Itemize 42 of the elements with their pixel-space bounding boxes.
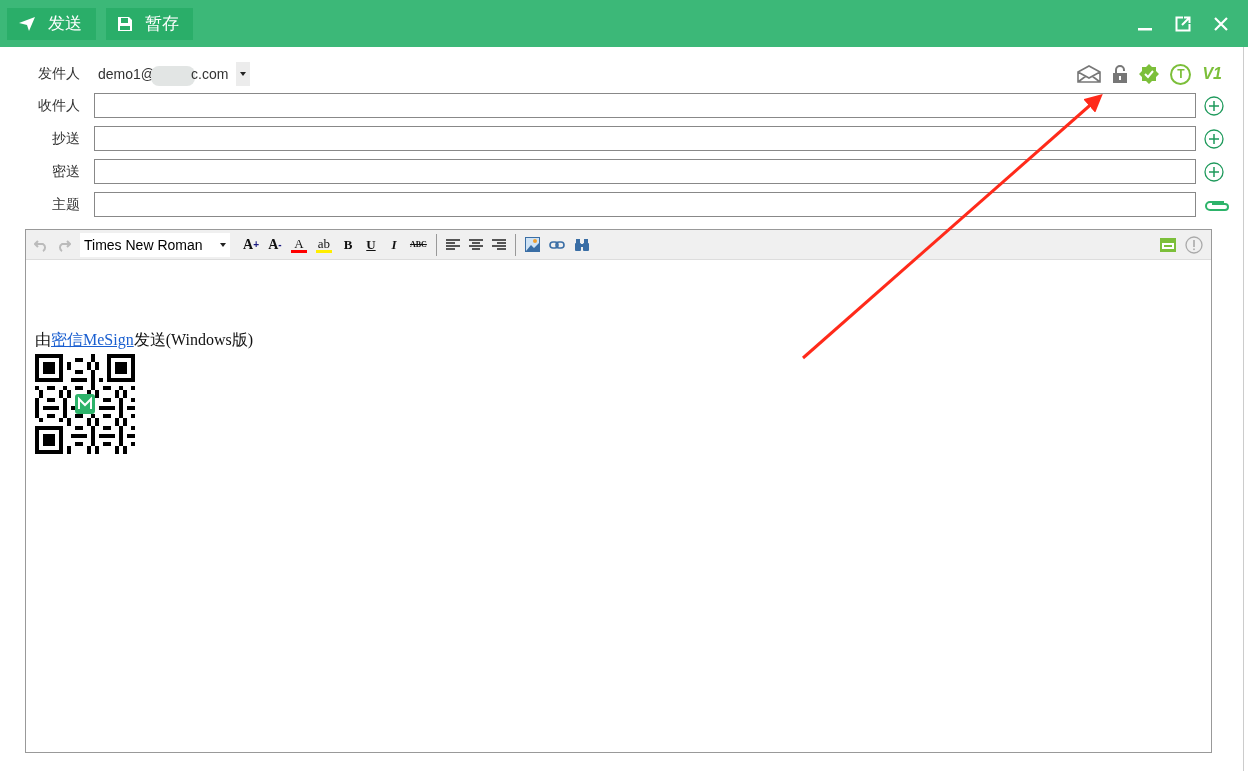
field-label: 密送 <box>51 162 80 181</box>
lock-icon <box>1112 65 1129 83</box>
link-icon[interactable] <box>548 239 565 250</box>
add-icon[interactable] <box>1204 161 1224 182</box>
add-icon[interactable] <box>1204 95 1224 116</box>
close-icon[interactable] <box>1213 15 1229 32</box>
font-family-select[interactable]: Times New Roman <box>80 232 230 257</box>
binoculars-icon[interactable] <box>573 237 590 252</box>
align-right-icon[interactable] <box>491 238 506 251</box>
bold-button[interactable]: B <box>340 236 355 253</box>
signature-link[interactable]: 密信MeSign <box>51 331 134 348</box>
sender-label: 发件人 <box>37 65 80 83</box>
recipient-field[interactable] <box>94 159 1196 184</box>
t-circle-icon: T <box>1170 63 1192 85</box>
popout-icon[interactable] <box>1175 15 1191 32</box>
subject-field[interactable] <box>94 192 1196 217</box>
field-label: 主题 <box>51 195 80 214</box>
dropdown-arrow-icon <box>240 72 247 76</box>
envelope-icon <box>1077 65 1102 83</box>
align-center-icon[interactable] <box>468 238 483 251</box>
add-icon[interactable] <box>1204 128 1224 149</box>
field-label: 抄送 <box>51 129 80 148</box>
sender-address: demo1@ <box>98 66 156 82</box>
align-left-icon[interactable] <box>445 238 460 251</box>
highlight-color-button[interactable]: ab <box>315 236 332 253</box>
field-label: 收件人 <box>37 96 80 115</box>
image-icon[interactable] <box>524 237 540 252</box>
verified-badge-icon <box>1139 64 1160 84</box>
underline-button[interactable]: U <box>363 236 378 253</box>
signature-text: 由密信MeSign发送(Windows版) <box>35 330 254 351</box>
recipient-field[interactable] <box>94 126 1196 151</box>
recipient-field[interactable] <box>94 93 1196 118</box>
html-view-icon[interactable] <box>1160 237 1176 252</box>
italic-button[interactable]: I <box>386 236 401 253</box>
v1-badge-icon: V1 <box>1202 65 1222 83</box>
sender-address: c.com <box>191 66 229 82</box>
font-color-button[interactable]: A <box>290 236 307 253</box>
send-icon <box>18 15 36 32</box>
info-icon[interactable] <box>1185 235 1203 254</box>
dropdown-arrow-icon <box>220 242 226 247</box>
sender-dropdown[interactable] <box>236 62 251 86</box>
strikethrough-button[interactable]: ABC <box>409 240 427 249</box>
